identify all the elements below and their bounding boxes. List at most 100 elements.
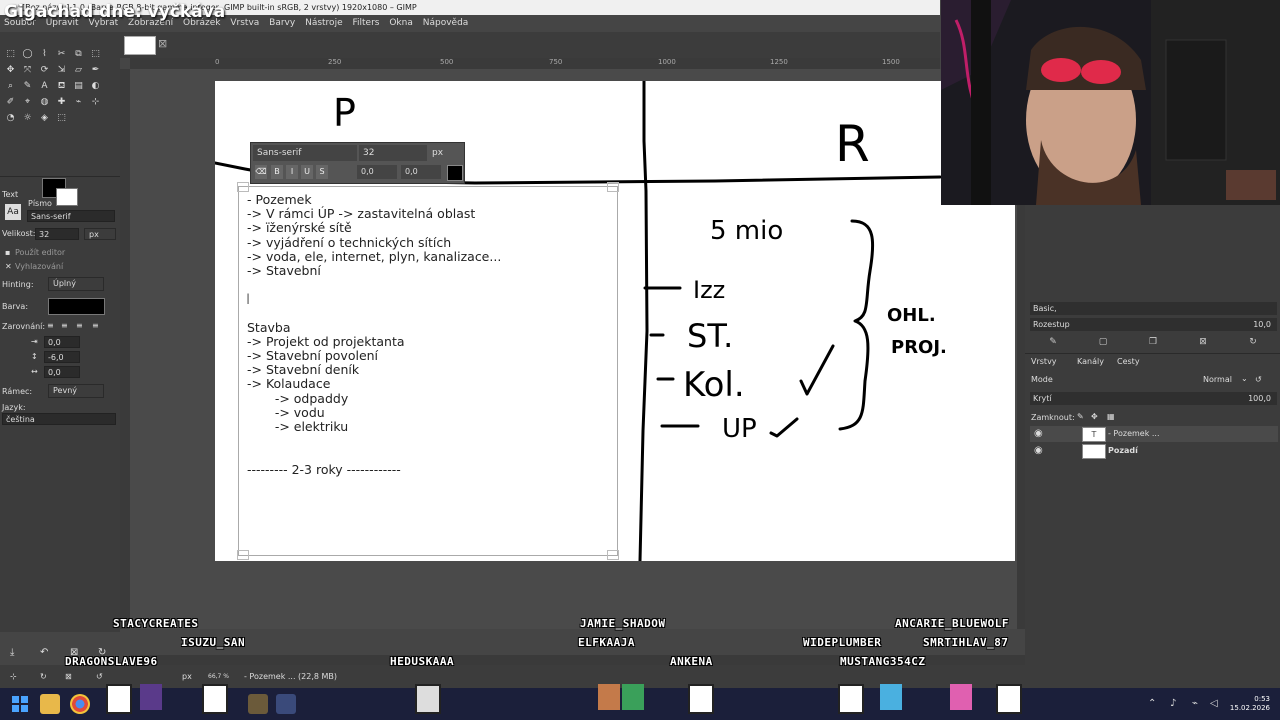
language-input[interactable]: čeština [2, 413, 116, 425]
menu-colors[interactable]: Barvy [269, 18, 295, 28]
volume-icon[interactable]: ◁ [1210, 698, 1218, 709]
resize-handle[interactable] [237, 182, 249, 192]
crosshair-icon[interactable]: ⊹ [90, 97, 101, 108]
visibility-eye-icon[interactable]: ◉ [1034, 443, 1043, 459]
measure-icon[interactable]: ✎ [22, 81, 33, 92]
unified-transform-icon[interactable]: ⬚ [56, 113, 67, 124]
network-icon[interactable]: ⌁ [1192, 698, 1198, 709]
tab-layers[interactable]: Vrstvy [1031, 357, 1057, 366]
resize-handle[interactable] [237, 550, 249, 560]
justify-left-icon[interactable]: ≡ [47, 321, 54, 330]
duplicate-brush-icon[interactable]: ❐ [1147, 337, 1159, 347]
clock-date[interactable]: 15.02.2026 [1222, 704, 1270, 713]
edit-brush-icon[interactable]: ✎ [1047, 337, 1059, 347]
background-color-swatch[interactable] [56, 188, 78, 206]
menu-help[interactable]: Nápověda [423, 18, 469, 28]
chevron-up-icon[interactable]: ⌃ [1148, 698, 1156, 709]
scale-icon[interactable]: ⇲ [56, 65, 67, 76]
kerning-field[interactable]: 0,0 [401, 165, 441, 179]
heal-icon[interactable]: ✚ [56, 97, 67, 108]
scissors-icon[interactable]: ✂ [56, 49, 67, 60]
gradient-icon[interactable]: ▤ [73, 81, 84, 92]
chrome-icon[interactable] [70, 694, 90, 714]
box-select[interactable]: Pevný [48, 384, 104, 398]
menu-tools[interactable]: Nástroje [305, 18, 343, 28]
visibility-eye-icon[interactable]: ◉ [1034, 426, 1043, 442]
smudge-icon[interactable]: ⌁ [73, 97, 84, 108]
brush-preset-select[interactable]: Basic, [1030, 302, 1277, 315]
undo-icon[interactable]: ↺ [96, 665, 103, 688]
refresh-brushes-icon[interactable]: ↻ [1247, 337, 1259, 347]
restore-preset-icon[interactable]: ↶ [40, 647, 48, 658]
use-editor-checkbox[interactable]: Použít editor [15, 248, 65, 257]
unit-select[interactable]: px [429, 145, 461, 161]
italic-icon[interactable]: I [286, 165, 298, 179]
resize-handle[interactable] [607, 182, 619, 192]
font-preview-icon[interactable]: Aa [5, 204, 21, 220]
zoom-icon[interactable]: ⌕ [5, 81, 16, 92]
brightness-icon[interactable]: ☼ [22, 113, 33, 124]
ellipse-select-icon[interactable]: ◯ [22, 49, 33, 60]
switch-mode-icon[interactable]: ↺ [1255, 375, 1262, 384]
underline-icon[interactable]: U [301, 165, 313, 179]
justify-fill-icon[interactable]: ≡ [92, 321, 99, 330]
new-brush-icon[interactable]: ▢ [1097, 337, 1109, 347]
pencil-icon[interactable]: ✐ [5, 97, 16, 108]
close-icon[interactable]: ⊠ [65, 665, 72, 688]
menu-layer[interactable]: Vrstva [230, 18, 259, 28]
mode-select[interactable]: Normal [1203, 375, 1232, 384]
menu-filters[interactable]: Filters [352, 18, 379, 28]
size-input[interactable]: 32 [35, 228, 79, 240]
bucket-fill-icon[interactable]: ⛾ [56, 81, 67, 92]
text-layer-content[interactable]: - Pozemek -> V rámci ÚP -> zastavitelná o… [247, 192, 501, 477]
rotate-icon[interactable]: ⟳ [39, 65, 50, 76]
strikethrough-icon[interactable]: S [316, 165, 328, 179]
fuzzy-select-icon[interactable]: ⬚ [90, 49, 101, 60]
spacing-slider[interactable]: Rozestup 10,0 [1030, 318, 1277, 331]
tool-options-tab[interactable]: Text [2, 190, 18, 199]
rect-select-icon[interactable]: ⬚ [5, 49, 16, 60]
paths-icon[interactable]: ✒ [90, 65, 101, 76]
letter-spacing-input[interactable]: 0,0 [44, 366, 80, 378]
text-color-swatch[interactable] [48, 298, 105, 315]
app-icon[interactable] [276, 694, 296, 714]
save-preset-icon[interactable]: ⤓ [10, 647, 14, 658]
indent-input[interactable]: 0,0 [44, 336, 80, 348]
lock-alpha-icon[interactable]: ▦ [1107, 412, 1115, 421]
hinting-select[interactable]: Úplný [48, 277, 104, 291]
line-spacing-input[interactable]: -6,0 [44, 351, 80, 363]
perspective-icon[interactable]: ▱ [73, 65, 84, 76]
size-unit-select[interactable]: px [84, 228, 116, 240]
microphone-icon[interactable]: ♪ [1170, 698, 1176, 709]
lock-position-icon[interactable]: ✥ [1091, 412, 1098, 421]
unit-select[interactable]: px [182, 665, 192, 688]
size-field[interactable]: 32 [359, 145, 427, 161]
move-icon[interactable]: ✥ [5, 65, 16, 76]
bold-icon[interactable]: B [271, 165, 283, 179]
dodge-icon[interactable]: ◔ [5, 113, 16, 124]
close-icon[interactable]: ⊠ [158, 37, 167, 50]
clone-icon[interactable]: ◈ [39, 113, 50, 124]
clear-style-icon[interactable]: ⌫ [255, 165, 267, 179]
delete-brush-icon[interactable]: ⊠ [1197, 337, 1209, 347]
font-field[interactable]: Sans-serif [253, 145, 357, 161]
windows-start-icon[interactable] [12, 696, 28, 712]
resize-handle[interactable] [607, 550, 619, 560]
blend-icon[interactable]: ◐ [90, 81, 101, 92]
clock-time[interactable]: 0:53 [1222, 695, 1270, 704]
foreground-select-icon[interactable]: ⧉ [73, 49, 84, 60]
checkmark-icon[interactable]: ✕ [5, 262, 12, 271]
font-input[interactable]: Sans-serif [27, 210, 115, 222]
baseline-field[interactable]: 0,0 [357, 165, 397, 179]
layer-row[interactable]: ◉ T - Pozemek ... [1030, 426, 1278, 442]
tab-paths[interactable]: Cesty [1117, 357, 1140, 366]
layer-row[interactable]: ◉ Pozadí [1030, 443, 1278, 459]
text-tool-icon[interactable]: A [39, 81, 50, 92]
redo-icon[interactable]: ↻ [40, 665, 47, 688]
text-color-button[interactable] [447, 165, 463, 181]
ink-icon[interactable]: ◍ [39, 97, 50, 108]
lock-pixels-icon[interactable]: ✎ [1077, 412, 1084, 421]
file-explorer-icon[interactable] [40, 694, 60, 714]
checkbox-icon[interactable]: ▪ [5, 248, 10, 257]
airbrush-icon[interactable]: ⌖ [22, 97, 33, 108]
